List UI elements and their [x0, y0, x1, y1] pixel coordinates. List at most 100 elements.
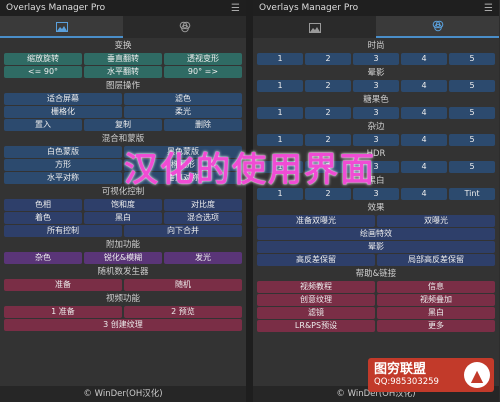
- action-button[interactable]: 2: [305, 188, 351, 200]
- action-button[interactable]: 创意纹理: [257, 294, 375, 306]
- action-button[interactable]: 3: [353, 134, 399, 146]
- action-button[interactable]: 5: [449, 161, 495, 173]
- action-button[interactable]: 1: [257, 80, 303, 92]
- action-button[interactable]: 高反差保留: [257, 254, 375, 266]
- action-button[interactable]: 1: [257, 134, 303, 146]
- action-button[interactable]: 滤镜: [257, 307, 375, 319]
- action-button[interactable]: 椭圆形: [124, 159, 242, 171]
- hamburger-icon[interactable]: ☰: [231, 3, 240, 14]
- action-button[interactable]: 准备: [4, 279, 122, 291]
- action-button[interactable]: 着色: [4, 212, 82, 224]
- right-panel: Overlays Manager Pro ☰ 时尚 1 2 3 4 5 晕影 1 2 3 4 5 糖果色…: [253, 0, 499, 402]
- action-button[interactable]: 更多: [377, 320, 495, 332]
- action-button[interactable]: 透视变形: [164, 53, 242, 65]
- action-button[interactable]: 适合屏幕: [4, 93, 122, 105]
- action-button[interactable]: 随机: [124, 279, 242, 291]
- button-row: 1 准备 2 预览: [4, 306, 242, 318]
- tab-bar: [253, 16, 499, 38]
- action-button[interactable]: 缩放旋转: [4, 53, 82, 65]
- action-button[interactable]: 2: [305, 161, 351, 173]
- action-button[interactable]: 垂直对称: [124, 172, 242, 184]
- tab-colors[interactable]: [376, 16, 499, 38]
- action-button[interactable]: 1: [257, 107, 303, 119]
- action-button[interactable]: 4: [401, 134, 447, 146]
- action-button[interactable]: Tint: [449, 188, 495, 200]
- action-button[interactable]: 准备双曝光: [257, 215, 375, 227]
- action-button[interactable]: 混合选项: [164, 212, 242, 224]
- action-button[interactable]: 1: [257, 53, 303, 65]
- action-button[interactable]: <= 90°: [4, 66, 82, 78]
- action-button[interactable]: LR&PS预设: [257, 320, 375, 332]
- action-button[interactable]: 2: [305, 80, 351, 92]
- action-button[interactable]: 4: [401, 53, 447, 65]
- title-bar: Overlays Manager Pro ☰: [0, 0, 246, 16]
- action-button[interactable]: 对比度: [164, 199, 242, 211]
- action-button[interactable]: 饱和度: [84, 199, 162, 211]
- action-button[interactable]: 色相: [4, 199, 82, 211]
- action-button[interactable]: 局部高反差保留: [377, 254, 495, 266]
- action-button[interactable]: 柔光: [124, 106, 242, 118]
- action-button[interactable]: 视频教程: [257, 281, 375, 293]
- action-button[interactable]: 5: [449, 53, 495, 65]
- section-title: 附加功能: [105, 240, 140, 250]
- action-button[interactable]: 栅格化: [4, 106, 122, 118]
- action-button[interactable]: 黑色蒙版: [124, 146, 242, 158]
- section-title: 图层操作: [105, 81, 140, 91]
- action-button[interactable]: 1 准备: [4, 306, 122, 318]
- tab-layers[interactable]: [0, 16, 123, 38]
- action-button[interactable]: 2 预览: [124, 306, 242, 318]
- section-title: 晕影: [367, 68, 385, 78]
- action-button[interactable]: 信息: [377, 281, 495, 293]
- action-button[interactable]: 4: [401, 107, 447, 119]
- action-button[interactable]: 置入: [4, 119, 82, 131]
- action-button[interactable]: 复制: [84, 119, 162, 131]
- action-button[interactable]: 3 创建纹理: [4, 319, 242, 331]
- action-button[interactable]: 5: [449, 134, 495, 146]
- button-row: <= 90° 水平翻转 90° =>: [4, 66, 242, 78]
- action-button[interactable]: 白色蒙版: [4, 146, 122, 158]
- hamburger-icon[interactable]: ☰: [484, 3, 493, 14]
- section-title: 时尚: [367, 41, 385, 51]
- action-button[interactable]: 3: [353, 161, 399, 173]
- action-button[interactable]: 杂色: [4, 252, 82, 264]
- button-row: 着色 黑白 混合选项: [4, 212, 242, 224]
- action-button[interactable]: 2: [305, 53, 351, 65]
- action-button[interactable]: 方形: [4, 159, 122, 171]
- action-button[interactable]: 3: [353, 80, 399, 92]
- action-button[interactable]: 2: [305, 134, 351, 146]
- action-button[interactable]: 90° =>: [164, 66, 242, 78]
- action-button[interactable]: 3: [353, 53, 399, 65]
- action-button[interactable]: 2: [305, 107, 351, 119]
- action-button[interactable]: 4: [401, 188, 447, 200]
- action-button[interactable]: 双曝光: [377, 215, 495, 227]
- action-button[interactable]: 删除: [164, 119, 242, 131]
- action-button[interactable]: 5: [449, 107, 495, 119]
- action-button[interactable]: 垂直翻转: [84, 53, 162, 65]
- action-button[interactable]: 5: [449, 80, 495, 92]
- action-button[interactable]: 3: [353, 188, 399, 200]
- action-button[interactable]: 晕影: [257, 241, 495, 253]
- action-button[interactable]: 黑白: [84, 212, 162, 224]
- action-button[interactable]: 4: [401, 161, 447, 173]
- button-row: 准备双曝光 双曝光: [257, 215, 495, 227]
- action-button[interactable]: 发光: [164, 252, 242, 264]
- action-button[interactable]: 4: [401, 80, 447, 92]
- action-button[interactable]: 水平对称: [4, 172, 122, 184]
- action-button[interactable]: 绘画特效: [257, 228, 495, 240]
- footer-credit: © WinDer(OH汉化): [0, 386, 246, 402]
- action-button[interactable]: 水平翻转: [84, 66, 162, 78]
- action-button[interactable]: 黑白: [377, 307, 495, 319]
- action-button[interactable]: 1: [257, 188, 303, 200]
- button-row: 12345: [257, 161, 495, 173]
- action-button[interactable]: 所有控制: [4, 225, 122, 237]
- action-button[interactable]: 滤色: [124, 93, 242, 105]
- action-button[interactable]: 1: [257, 161, 303, 173]
- action-button[interactable]: 锐化&模糊: [84, 252, 162, 264]
- section-title: 杂边: [367, 122, 385, 132]
- action-button[interactable]: 向下合并: [124, 225, 242, 237]
- tab-layers[interactable]: [253, 16, 376, 38]
- action-button[interactable]: 3: [353, 107, 399, 119]
- tab-colors[interactable]: [123, 16, 246, 38]
- button-row: 12345: [257, 107, 495, 119]
- action-button[interactable]: 视频叠加: [377, 294, 495, 306]
